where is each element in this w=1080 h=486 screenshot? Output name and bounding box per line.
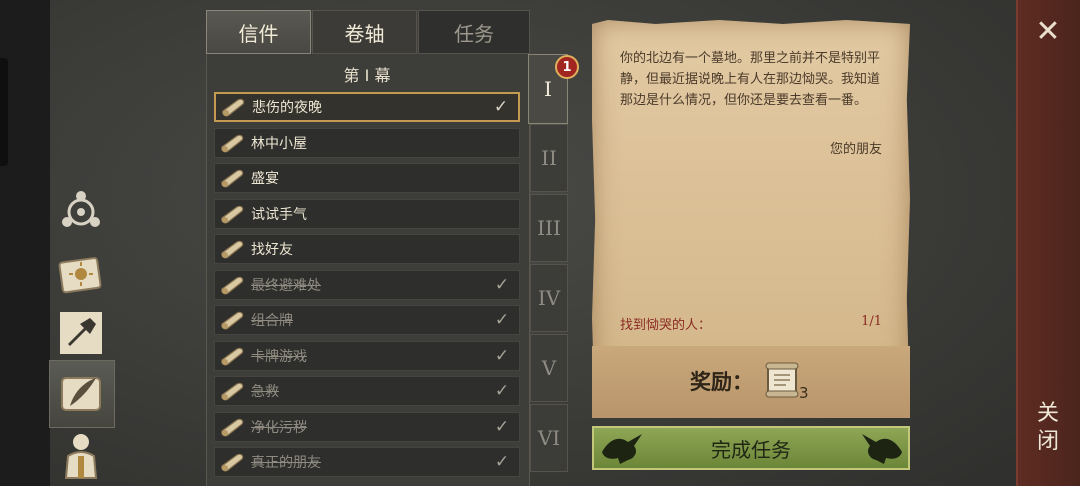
scroll-icon <box>221 453 244 472</box>
quest-title: 急救 <box>251 384 279 400</box>
reward-count: 3 <box>799 384 809 402</box>
tab-quests[interactable]: 任务 <box>418 10 530 54</box>
quest-row[interactable]: 试试手气 <box>214 198 520 229</box>
objective-progress: 1/1 <box>861 314 882 329</box>
sun-scroll-icon <box>58 257 102 294</box>
scroll-icon <box>221 134 244 152</box>
quest-title: 净化污秽 <box>251 419 307 436</box>
quest-objective: 找到恸哭的人： <box>620 318 712 333</box>
character-armor-icon <box>64 434 98 479</box>
raven-left-icon <box>602 434 642 464</box>
quest-row[interactable]: 真正的朋友 ✓ <box>214 447 520 477</box>
reward-label: 奖励： <box>690 370 753 394</box>
scroll-icon <box>221 382 244 401</box>
quest-row[interactable]: 净化污秽 ✓ <box>214 411 520 442</box>
quest-title: 组合牌 <box>251 313 293 329</box>
tab-scrolls[interactable]: 卷轴 <box>312 10 417 54</box>
quest-title: 卡牌游戏 <box>251 348 307 365</box>
complete-quest-label: 完成任务 <box>711 437 791 462</box>
scroll-icon <box>221 347 244 365</box>
scroll-icon <box>221 311 244 330</box>
rail-button-character[interactable] <box>52 426 110 484</box>
quest-title: 林中小屋 <box>251 135 307 152</box>
quest-title: 最终避难处 <box>251 277 321 294</box>
quest-row[interactable]: 林中小屋 <box>214 127 520 158</box>
scroll-icon <box>221 169 244 188</box>
quest-row[interactable]: 找好友 <box>214 234 520 264</box>
compass-emblem-icon <box>62 191 100 227</box>
tab-quests-label: 任务 <box>454 21 494 46</box>
letter-signature: 您的朋友 <box>829 142 882 157</box>
quest-row[interactable]: 卡牌游戏 ✓ <box>214 340 520 371</box>
quest-row[interactable]: 组合牌 ✓ <box>214 305 520 335</box>
close-icon[interactable]: ✕ <box>1016 14 1080 49</box>
raven-right-icon <box>862 434 902 464</box>
chapter-tab-6[interactable]: VI <box>530 404 568 472</box>
quest-row[interactable]: 盛宴 <box>214 163 520 193</box>
scroll-reward-icon[interactable] <box>764 360 800 400</box>
hammer-icon <box>60 312 102 354</box>
quest-row[interactable]: 悲伤的夜晚 ✓ <box>214 92 520 122</box>
act-title: 第 I 幕 <box>343 66 391 85</box>
check-icon: ✓ <box>494 416 510 437</box>
quest-row[interactable]: 最终避难处 ✓ <box>214 269 520 300</box>
scroll-icon <box>222 98 245 117</box>
tab-letters[interactable]: 信件 <box>206 10 311 54</box>
scroll-icon <box>221 276 244 294</box>
notification-badge: 1 <box>555 55 579 79</box>
tab-scrolls-label: 卷轴 <box>344 21 385 46</box>
scroll-icon <box>221 418 244 436</box>
chapter-tab-5[interactable]: V <box>530 334 568 402</box>
check-icon: ✓ <box>494 452 510 472</box>
chapter-tab-3[interactable]: III <box>530 194 568 262</box>
quest-title: 盛宴 <box>251 171 279 187</box>
rail-button-crafting[interactable] <box>52 304 110 362</box>
quill-scroll-icon <box>61 377 101 411</box>
chapter-tab-2[interactable]: II <box>530 124 568 192</box>
rail-button-journal[interactable] <box>52 364 110 422</box>
quest-title: 找好友 <box>251 242 293 258</box>
quest-title: 悲伤的夜晚 <box>252 100 322 116</box>
letter-body: 你的北边有一个墓地。那里之前并不是特别平静，但最近据说晚上有人在那边恸哭。我知道… <box>620 51 881 108</box>
scroll-icon <box>221 205 244 223</box>
check-icon: ✓ <box>494 274 510 295</box>
check-icon: ✓ <box>493 97 509 117</box>
quest-row[interactable]: 急救 ✓ <box>214 376 520 406</box>
device-notch <box>0 58 8 166</box>
check-icon: ✓ <box>494 310 510 330</box>
check-icon: ✓ <box>494 345 510 366</box>
scroll-icon <box>221 240 244 259</box>
quest-title: 真正的朋友 <box>251 455 321 471</box>
quest-title: 试试手气 <box>251 206 307 223</box>
rail-button-abilities[interactable] <box>52 184 110 242</box>
rail-button-daily[interactable] <box>52 244 110 302</box>
close-label[interactable]: 关闭 <box>1016 400 1080 456</box>
tab-letters-label: 信件 <box>238 21 279 46</box>
check-icon: ✓ <box>494 381 510 401</box>
chapter-tab-4[interactable]: IV <box>530 264 568 332</box>
